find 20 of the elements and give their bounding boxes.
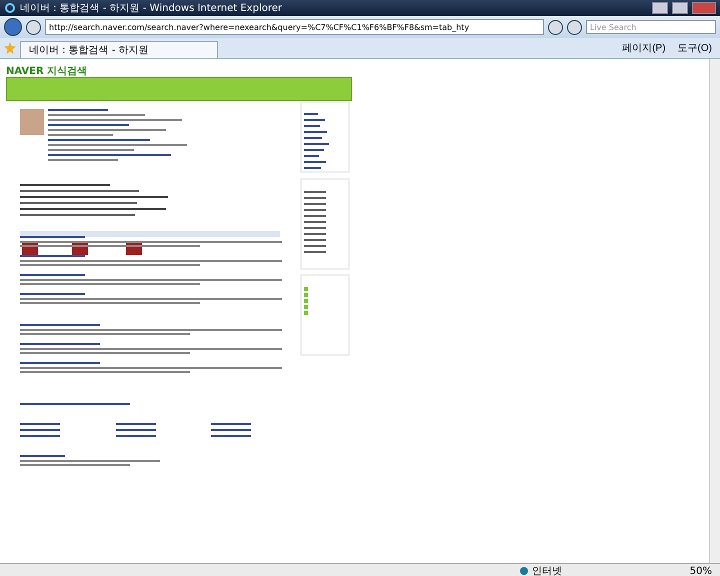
window-title: 네이버 : 통합검색 - 하지원 - Windows Internet Explorer — [20, 2, 283, 15]
browser-tab[interactable]: 네이버 : 통합검색 - 하지원 — [20, 41, 218, 58]
security-zone: 인터넷 — [532, 565, 562, 576]
command-button[interactable]: 페이지(P) — [618, 41, 670, 55]
globe-icon — [520, 567, 528, 575]
site-logo[interactable]: NAVER 지식검색 — [6, 64, 88, 78]
zoom-level[interactable]: 50% — [690, 566, 712, 576]
minimize-button[interactable] — [652, 2, 668, 14]
address-bar[interactable]: http://search.naver.com/search.naver?where=nexearch&query=%C7%CF%C1%F6%BF%F8&sm=tab_hty — [45, 19, 544, 35]
star-icon[interactable] — [4, 42, 16, 54]
browser-logo-icon — [4, 2, 16, 14]
stop-button[interactable] — [567, 20, 582, 34]
maximize-button[interactable] — [672, 2, 688, 14]
back-button[interactable] — [4, 18, 22, 36]
close-button[interactable] — [692, 2, 716, 14]
search-field[interactable]: Live Search — [586, 20, 716, 34]
command-button[interactable]: 도구(O) — [674, 41, 716, 55]
scrollbar[interactable] — [709, 59, 720, 563]
refresh-button[interactable] — [548, 20, 563, 34]
forward-button[interactable] — [26, 20, 41, 34]
